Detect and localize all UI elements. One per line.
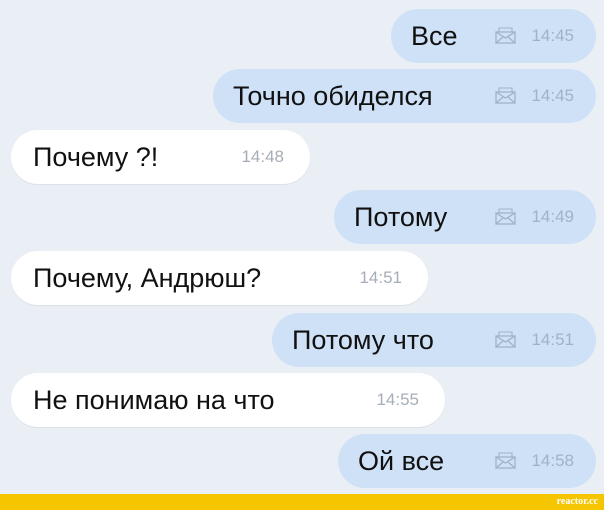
- message-outgoing[interactable]: Точно обиделся 14:45: [213, 69, 596, 123]
- chat-history[interactable]: Все 14:45 Точно обиделся 14:45 Почему ?!…: [0, 0, 604, 494]
- message-outgoing[interactable]: Все 14:45: [391, 9, 596, 63]
- message-incoming[interactable]: Почему ?! 14:48: [11, 130, 310, 184]
- message-text: Ой все: [358, 446, 445, 476]
- envelope-icon: [495, 208, 516, 225]
- message-time: 14:48: [241, 147, 284, 166]
- message-text: Все: [411, 21, 458, 51]
- message-text: Потому: [354, 202, 448, 232]
- message-time: 14:45: [531, 26, 574, 45]
- message-time: 14:45: [531, 86, 574, 105]
- message-text: Не понимаю на что: [33, 385, 275, 415]
- watermark-text: reactor.cc: [556, 496, 598, 507]
- message-time: 14:49: [531, 207, 574, 226]
- message-text: Почему ?!: [33, 142, 159, 172]
- message-time: 14:51: [359, 268, 402, 287]
- envelope-icon: [495, 452, 516, 469]
- message-outgoing[interactable]: Ой все 14:58: [338, 434, 596, 488]
- message-time: 14:55: [376, 390, 419, 409]
- message-outgoing[interactable]: Потому 14:49: [334, 190, 596, 244]
- message-incoming[interactable]: Не понимаю на что 14:55: [11, 373, 445, 427]
- envelope-icon: [495, 27, 516, 44]
- envelope-icon: [495, 331, 516, 348]
- message-outgoing[interactable]: Потому что 14:51: [272, 313, 596, 367]
- watermark-bar: reactor.cc: [0, 494, 604, 510]
- message-text: Почему, Андрюш?: [33, 263, 262, 293]
- message-text: Точно обиделся: [233, 81, 433, 111]
- message-text: Потому что: [292, 325, 434, 355]
- message-incoming[interactable]: Почему, Андрюш? 14:51: [11, 251, 428, 305]
- envelope-icon: [495, 87, 516, 104]
- message-time: 14:51: [531, 330, 574, 349]
- message-time: 14:58: [531, 451, 574, 470]
